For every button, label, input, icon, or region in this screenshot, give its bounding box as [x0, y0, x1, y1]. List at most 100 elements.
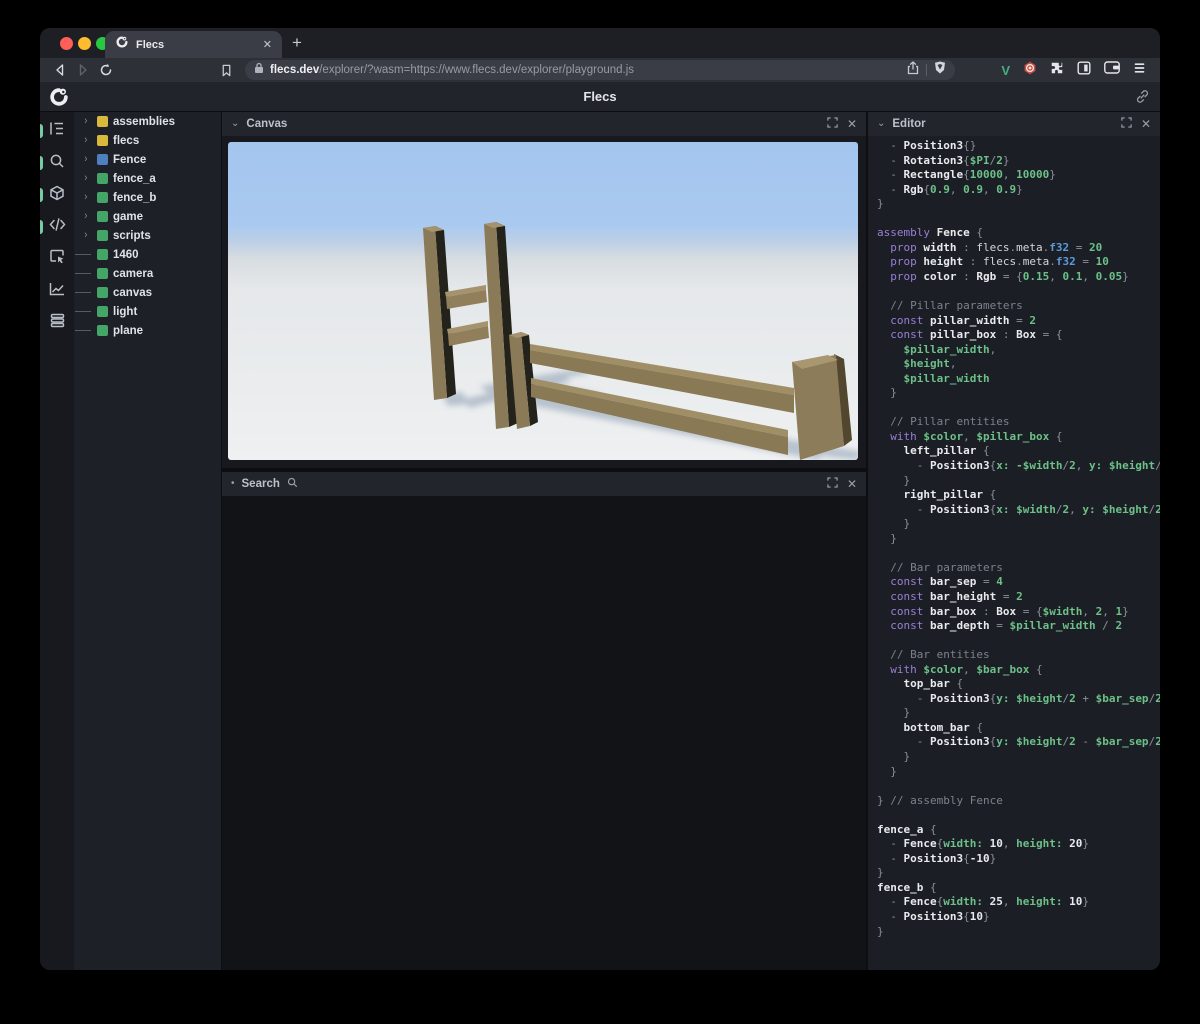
collapse-chevron-icon[interactable]: ⌄: [231, 119, 239, 129]
entity-color-square: [97, 173, 108, 184]
entity-color-square: [97, 287, 108, 298]
code-line: - Position3{x: $width/2, y: $height/2}: [877, 502, 1160, 516]
tree-item-fence_a[interactable]: › fence_a: [74, 169, 221, 188]
leaf-line: [75, 292, 91, 293]
share-icon[interactable]: [907, 60, 919, 80]
icon-rail: [40, 112, 74, 970]
code-line: prop color : Rgb = {0.15, 0.1, 0.05}: [877, 269, 1129, 283]
tree-item-assemblies[interactable]: › assemblies: [74, 112, 221, 131]
expand-chevron-icon[interactable]: ›: [85, 116, 88, 127]
3d-canvas[interactable]: [228, 142, 858, 460]
fullscreen-icon[interactable]: [827, 475, 838, 493]
tree-item-game[interactable]: › game: [74, 207, 221, 226]
forward-button[interactable]: [73, 60, 93, 80]
tree-item-scripts[interactable]: › scripts: [74, 226, 221, 245]
rail-button-stack[interactable]: [40, 310, 74, 336]
traffic-light-close[interactable]: [60, 37, 73, 50]
new-tab-button[interactable]: +: [292, 33, 302, 53]
expand-chevron-icon[interactable]: ›: [85, 135, 88, 146]
search-panel: • Search ✕: [222, 472, 866, 970]
code-line: }: [877, 866, 884, 880]
browser-tab[interactable]: Flecs ✕: [105, 31, 282, 58]
tree-item-fence_b[interactable]: › fence_b: [74, 188, 221, 207]
expand-chevron-icon[interactable]: ›: [85, 192, 88, 203]
entity-tree: › assemblies › flecs › Fence › fence_a › fence_b ›…: [74, 112, 221, 970]
close-panel-icon[interactable]: ✕: [847, 478, 857, 490]
rail-button-code[interactable]: [40, 214, 74, 240]
tab-close-icon[interactable]: ✕: [263, 38, 272, 51]
leaf-line: [75, 311, 91, 312]
tree-item-plane[interactable]: plane: [74, 321, 221, 340]
code-editor[interactable]: - Position3{} - Rotation3{$PI/2} - Recta…: [877, 139, 1160, 939]
inspector-icon: [49, 249, 65, 269]
close-panel-icon[interactable]: ✕: [847, 118, 857, 130]
code-line: $pillar_width: [877, 371, 990, 385]
code-line: with $color, $bar_box {: [877, 662, 1043, 676]
expand-chevron-icon[interactable]: ›: [85, 154, 88, 165]
extension-icons: V: [1001, 60, 1146, 80]
code-line: - Position3{y: $height/2 + $bar_sep/2}: [877, 691, 1160, 705]
cube-icon: [49, 185, 65, 206]
code-line: - Position3{x: -$width/2, y: $height/2}: [877, 459, 1160, 473]
code-line: - Fence{width: 10, height: 20}: [877, 837, 1089, 851]
entity-color-square: [97, 230, 108, 241]
back-button[interactable]: [50, 60, 70, 80]
code-line: } // assembly Fence: [877, 793, 1003, 807]
close-panel-icon[interactable]: ✕: [1141, 118, 1151, 130]
tree-item-Fence[interactable]: › Fence: [74, 150, 221, 169]
tree-item-flecs[interactable]: › flecs: [74, 131, 221, 150]
editor-panel: ⌄ Editor ✕ - Position3{} - Rotation3{$PI…: [868, 112, 1160, 970]
tree-item-camera[interactable]: camera: [74, 264, 221, 283]
url-bar[interactable]: flecs.dev/explorer/?wasm=https://www.fle…: [245, 60, 955, 80]
search-panel-header: • Search ✕: [222, 472, 866, 496]
entity-color-square: [97, 116, 108, 127]
tree-item-canvas[interactable]: canvas: [74, 283, 221, 302]
code-line: const pillar_width = 2: [877, 313, 1036, 327]
code-line: }: [877, 197, 884, 211]
rail-button-search[interactable]: [40, 150, 74, 176]
vue-devtools-icon[interactable]: V: [1001, 63, 1010, 78]
fullscreen-icon[interactable]: [1121, 115, 1132, 133]
expand-chevron-icon[interactable]: ›: [85, 211, 88, 222]
code-line: top_bar {: [877, 677, 964, 691]
rail-button-chart[interactable]: [40, 278, 74, 304]
code-line: prop width : flecs.meta.f32 = 20: [877, 240, 1103, 254]
expand-chevron-icon[interactable]: ›: [85, 230, 88, 241]
fullscreen-icon[interactable]: [827, 115, 838, 133]
extensions-puzzle-icon[interactable]: [1050, 61, 1064, 80]
entity-color-square: [97, 268, 108, 279]
code-line: }: [877, 386, 897, 400]
wallet-icon[interactable]: [1104, 61, 1120, 79]
red-extension-icon[interactable]: [1023, 61, 1037, 80]
code-line: const pillar_box : Box = {: [877, 328, 1063, 342]
code-line: // Pillar entities: [877, 415, 1010, 429]
brave-shield-icon[interactable]: [934, 61, 946, 79]
entity-color-square: [97, 135, 108, 146]
sidebar-toggle-icon[interactable]: [1077, 61, 1091, 80]
entity-color-square: [97, 325, 108, 336]
expand-chevron-icon[interactable]: ›: [85, 173, 88, 184]
rail-button-outline-tree[interactable]: [40, 118, 74, 144]
collapse-dot-icon[interactable]: •: [231, 479, 235, 489]
entity-label: camera: [113, 267, 154, 280]
menu-icon[interactable]: [1133, 61, 1146, 79]
permalink-icon[interactable]: [1135, 89, 1150, 109]
rail-button-inspector[interactable]: [40, 246, 74, 272]
collapse-chevron-icon[interactable]: ⌄: [877, 119, 885, 129]
tab-title: Flecs: [136, 38, 165, 51]
sky-and-ground: [228, 142, 858, 460]
leaf-line: [75, 330, 91, 331]
bookmark-icon[interactable]: [216, 60, 236, 80]
reload-button[interactable]: [96, 60, 116, 80]
entity-label: Fence: [113, 153, 147, 166]
browser-window: Flecs ✕ + flecs.dev/explorer/?wasm=https…: [40, 28, 1160, 970]
traffic-light-minimize[interactable]: [78, 37, 91, 50]
tree-item-1460[interactable]: 1460: [74, 245, 221, 264]
entity-label: fence_b: [113, 191, 157, 204]
tree-item-light[interactable]: light: [74, 302, 221, 321]
code-line: }: [877, 749, 911, 763]
rail-button-cube[interactable]: [40, 182, 74, 208]
code-line: const bar_box : Box = {$width, 2, 1}: [877, 604, 1129, 618]
